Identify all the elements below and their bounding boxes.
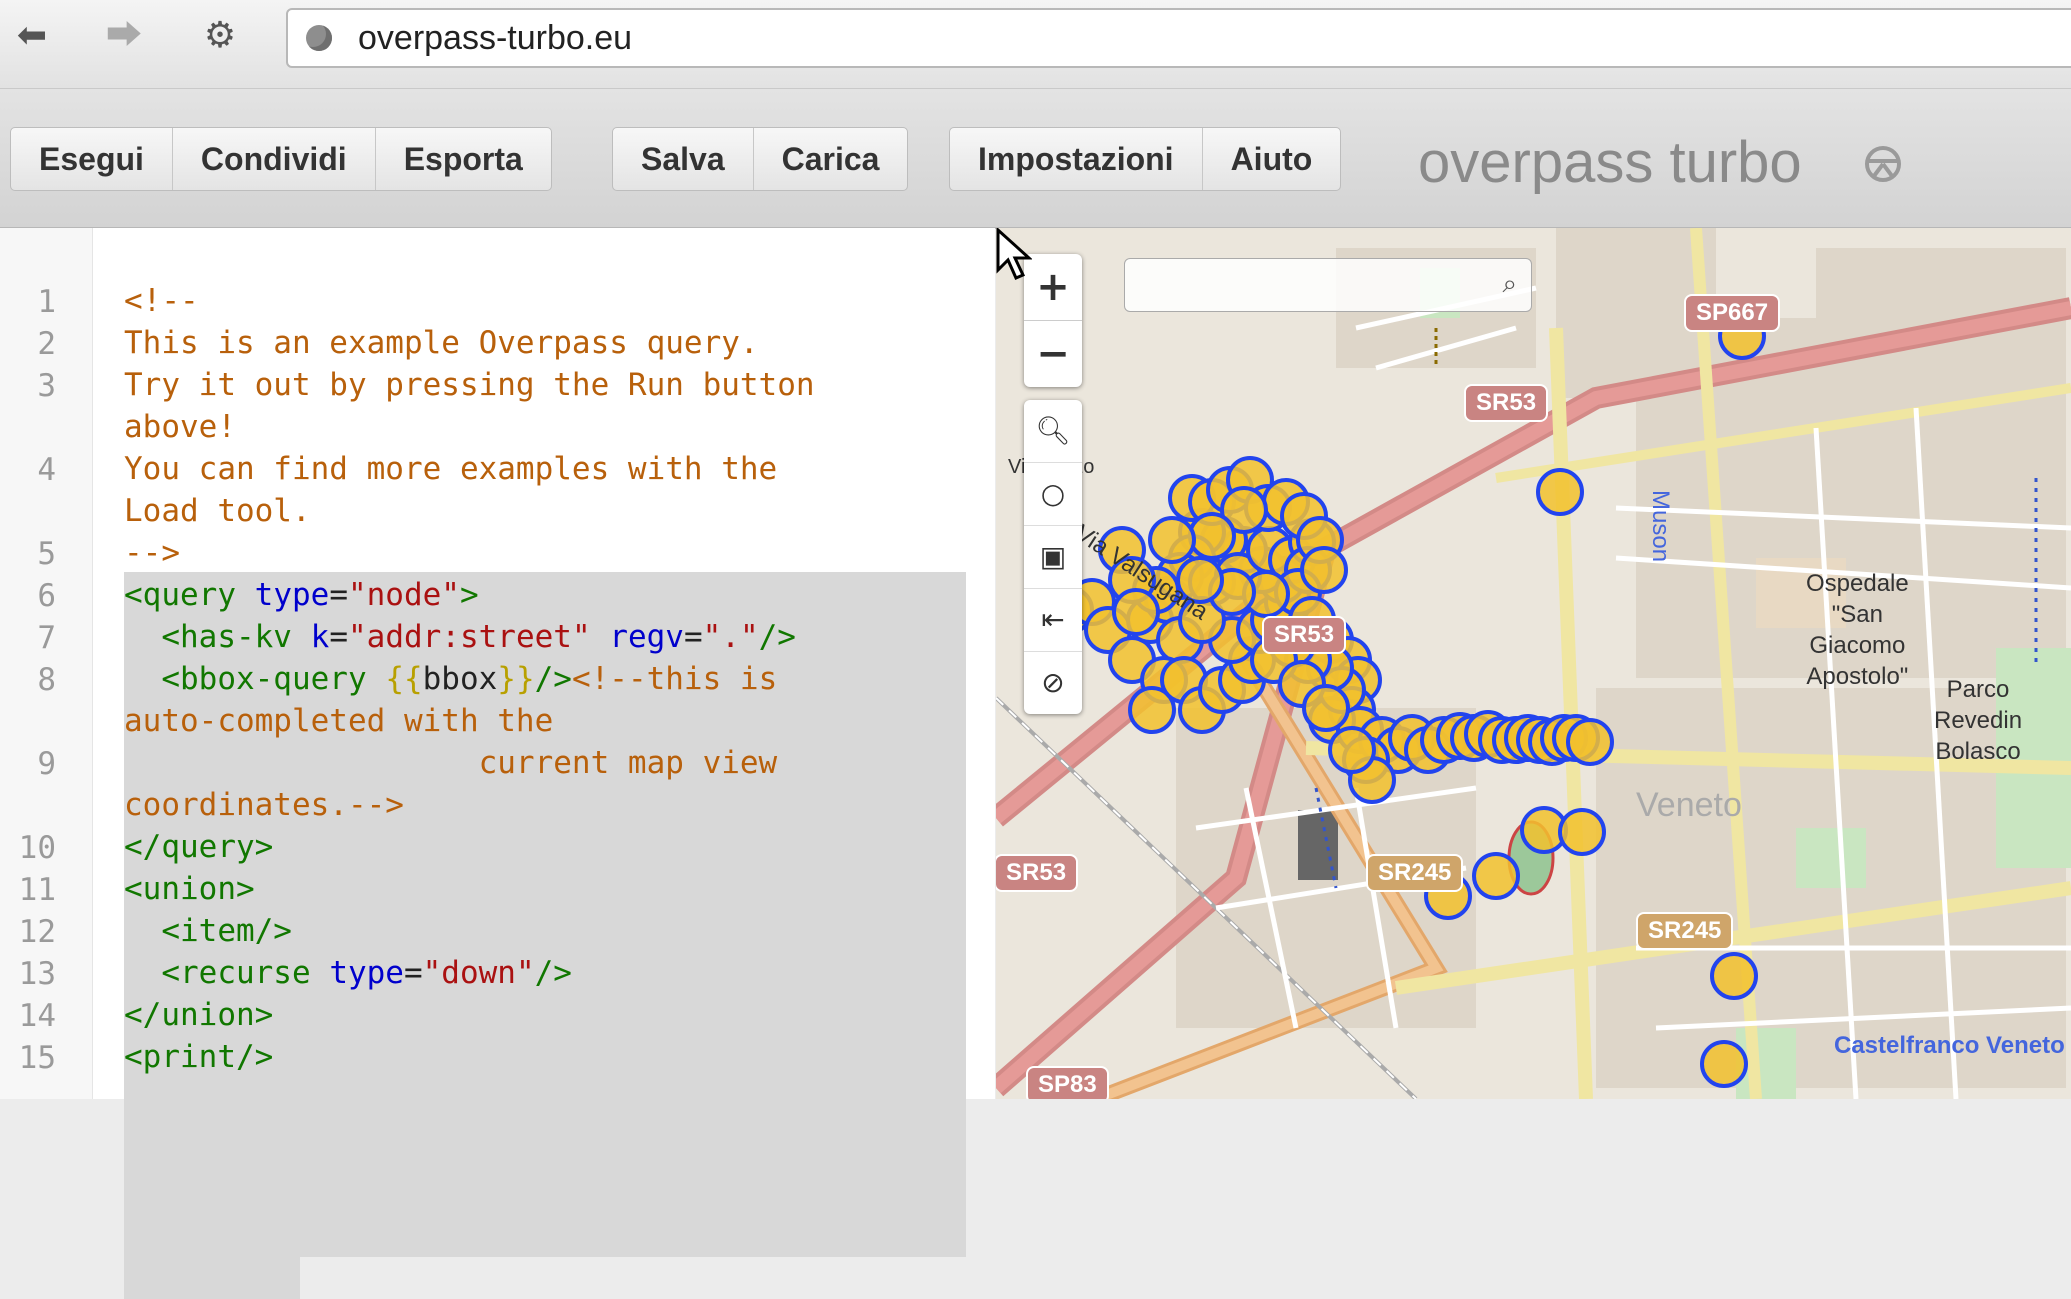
code-line: This is an example Overpass query. [124, 325, 759, 361]
code-line: coordinates.--> [124, 787, 404, 823]
code-line: <recurse type="down"/> [124, 955, 572, 991]
line-number: 11 [18, 872, 56, 908]
map-search-input[interactable]: ⌕ [1124, 258, 1532, 312]
share-button[interactable]: Condividi [173, 128, 376, 190]
code-line: <has-kv k="addr:street" regv="."/> [124, 619, 796, 655]
code-line: --> [124, 535, 180, 571]
road-shield: SR245 [1636, 912, 1734, 950]
zoom-in-button[interactable]: + [1024, 254, 1082, 321]
road-shield: SP83 [1026, 1066, 1109, 1099]
map-tools: 🔍︎ ○ ▣ ⇤ ⊘ [1024, 400, 1082, 714]
brand-title: overpass turbo [1418, 130, 1802, 195]
map-view[interactable]: SP667 SR53 SR53 SR53 SR245 SR245 SP83 Vi… [996, 228, 2071, 1099]
road-shield: SR53 [1262, 616, 1347, 654]
overpass-logo-icon [1865, 146, 1901, 182]
code-line: </union> [124, 997, 274, 1033]
code-line: Load tool. [124, 493, 311, 529]
poi-marker[interactable] [1536, 468, 1584, 516]
poi-marker[interactable] [1710, 952, 1758, 1000]
code-line: <query type="node"> [124, 577, 479, 613]
poi-marker[interactable] [1328, 726, 1376, 774]
settings-button[interactable]: Impostazioni [950, 128, 1203, 190]
map-label: Muson [1647, 490, 1674, 563]
code-line: above! [124, 409, 236, 445]
code-line: <!-- [124, 283, 199, 319]
save-load-group: Salva Carica [612, 127, 909, 191]
line-number: 4 [37, 452, 56, 488]
line-number: 12 [18, 914, 56, 950]
road-shield: SR53 [1464, 384, 1549, 422]
browser-toolbar: ⬅ ⮕ ⚙ overpass-turbo.eu [0, 0, 2071, 89]
export-button[interactable]: Esporta [376, 128, 551, 190]
code-line: Try it out by pressing the Run button [124, 367, 815, 403]
arrow-left-bar-icon[interactable]: ⇤ [1024, 589, 1082, 652]
map-label: Parco Revedin Bolasco [1934, 676, 2023, 765]
poi-marker[interactable] [1566, 718, 1614, 766]
code-line: You can find more examples with the [124, 451, 778, 487]
zoom-out-button[interactable]: − [1024, 321, 1082, 387]
line-number: 14 [18, 998, 56, 1034]
map-label: Veneto [1636, 786, 1742, 824]
globe-icon [306, 25, 332, 51]
forward-arrow-icon[interactable]: ⮕ [98, 16, 150, 56]
zoom-control: + − [1024, 254, 1082, 387]
map-tiles [996, 228, 2071, 1099]
code-line: </query> [124, 829, 274, 865]
poi-marker[interactable] [1302, 684, 1350, 732]
line-number: 13 [18, 956, 56, 992]
line-number: 1 [37, 284, 56, 320]
query-editor[interactable]: 1 2 3 4 5 6 7 8 9 10 11 12 13 14 15 <!--… [0, 228, 995, 1299]
app-toolbar: Esegui Condividi Esporta Salva Carica Im… [0, 89, 2071, 229]
circle-icon[interactable]: ○ [1024, 463, 1082, 526]
line-number: 10 [18, 830, 56, 866]
line-number: 3 [37, 368, 56, 404]
road-shield: SR245 [1366, 854, 1464, 892]
load-button[interactable]: Carica [754, 128, 908, 190]
line-number: 5 [37, 536, 56, 572]
help-button[interactable]: Aiuto [1203, 128, 1341, 190]
line-number: 8 [37, 662, 56, 698]
save-button[interactable]: Salva [613, 128, 754, 190]
code-line: current map view [124, 745, 778, 781]
map-label: Ospedale "San Giacomo Apostolo" [1806, 570, 1909, 690]
search-icon[interactable]: 🔍︎ [1024, 400, 1082, 463]
code-line: <union> [124, 871, 255, 907]
run-button[interactable]: Esegui [11, 128, 173, 190]
mouse-cursor-icon [996, 228, 1032, 280]
line-number: 6 [37, 578, 56, 614]
code-line: <bbox-query {{bbox}}/><!--this is [124, 661, 778, 697]
road-shield: SP667 [1684, 294, 1781, 332]
line-number: 15 [18, 1040, 56, 1076]
url-text[interactable]: overpass-turbo.eu [358, 16, 632, 60]
poi-marker[interactable] [1558, 808, 1606, 856]
poi-marker[interactable] [1300, 546, 1348, 594]
poi-marker[interactable] [1700, 1040, 1748, 1088]
code-line: <item/> [124, 913, 292, 949]
extensions-icon[interactable]: ⚙ [194, 16, 246, 56]
line-number: 9 [37, 746, 56, 782]
cancel-icon[interactable]: ⊘ [1024, 652, 1082, 714]
poi-marker[interactable] [1148, 516, 1196, 564]
back-arrow-icon[interactable]: ⬅ [6, 16, 58, 56]
settings-help-group: Impostazioni Aiuto [949, 127, 1342, 191]
line-number: 7 [37, 620, 56, 656]
poi-marker[interactable] [1472, 852, 1520, 900]
code-line: auto-completed with the [124, 703, 554, 739]
road-shield: SR53 [996, 854, 1079, 892]
line-number: 2 [37, 326, 56, 362]
map-label: Castelfranco Veneto [1834, 1032, 2065, 1059]
poi-marker[interactable] [1188, 512, 1236, 560]
search-icon[interactable]: ⌕ [1502, 269, 1517, 300]
run-share-export-group: Esegui Condividi Esporta [10, 127, 552, 191]
code-line: <print/> [124, 1039, 274, 1075]
address-bar[interactable]: overpass-turbo.eu [286, 8, 2071, 68]
image-icon[interactable]: ▣ [1024, 526, 1082, 589]
selection-highlight-tail [124, 1257, 300, 1299]
